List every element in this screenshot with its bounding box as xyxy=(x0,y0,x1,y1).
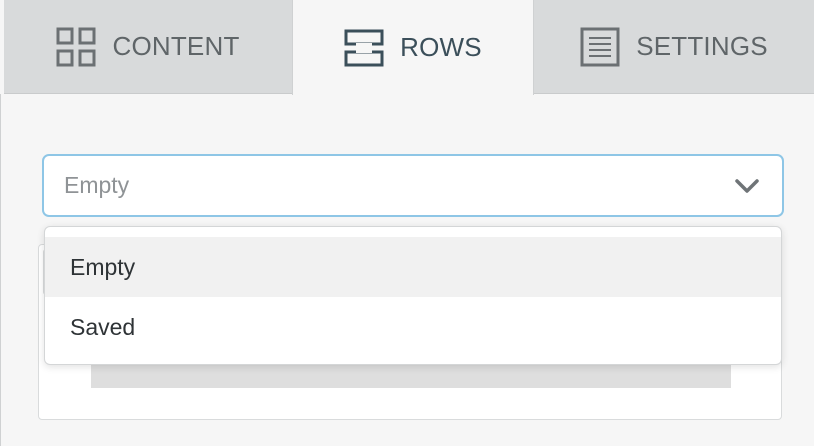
tab-settings-label: SETTINGS xyxy=(636,31,768,61)
row-type-select[interactable]: Empty xyxy=(42,154,784,217)
chevron-down-icon[interactable] xyxy=(734,176,760,201)
tab-settings[interactable]: SETTINGS xyxy=(534,0,814,94)
select-dropdown: Empty Saved xyxy=(44,226,782,365)
panel-edge xyxy=(0,94,4,446)
tab-rows[interactable]: ROWS xyxy=(292,0,534,95)
document-lines-icon xyxy=(580,27,620,67)
tab-content-label: CONTENT xyxy=(112,31,240,61)
grid-icon xyxy=(56,27,96,67)
option-saved[interactable]: Saved xyxy=(45,297,781,357)
rows-icon xyxy=(344,28,384,68)
select-value: Empty xyxy=(64,172,130,198)
tab-bar: CONTENT ROWS SETTINGS xyxy=(0,0,814,95)
option-empty[interactable]: Empty xyxy=(45,237,781,297)
tab-content[interactable]: CONTENT xyxy=(4,0,292,94)
row-placeholder xyxy=(91,365,731,388)
tab-rows-label: ROWS xyxy=(400,32,482,62)
